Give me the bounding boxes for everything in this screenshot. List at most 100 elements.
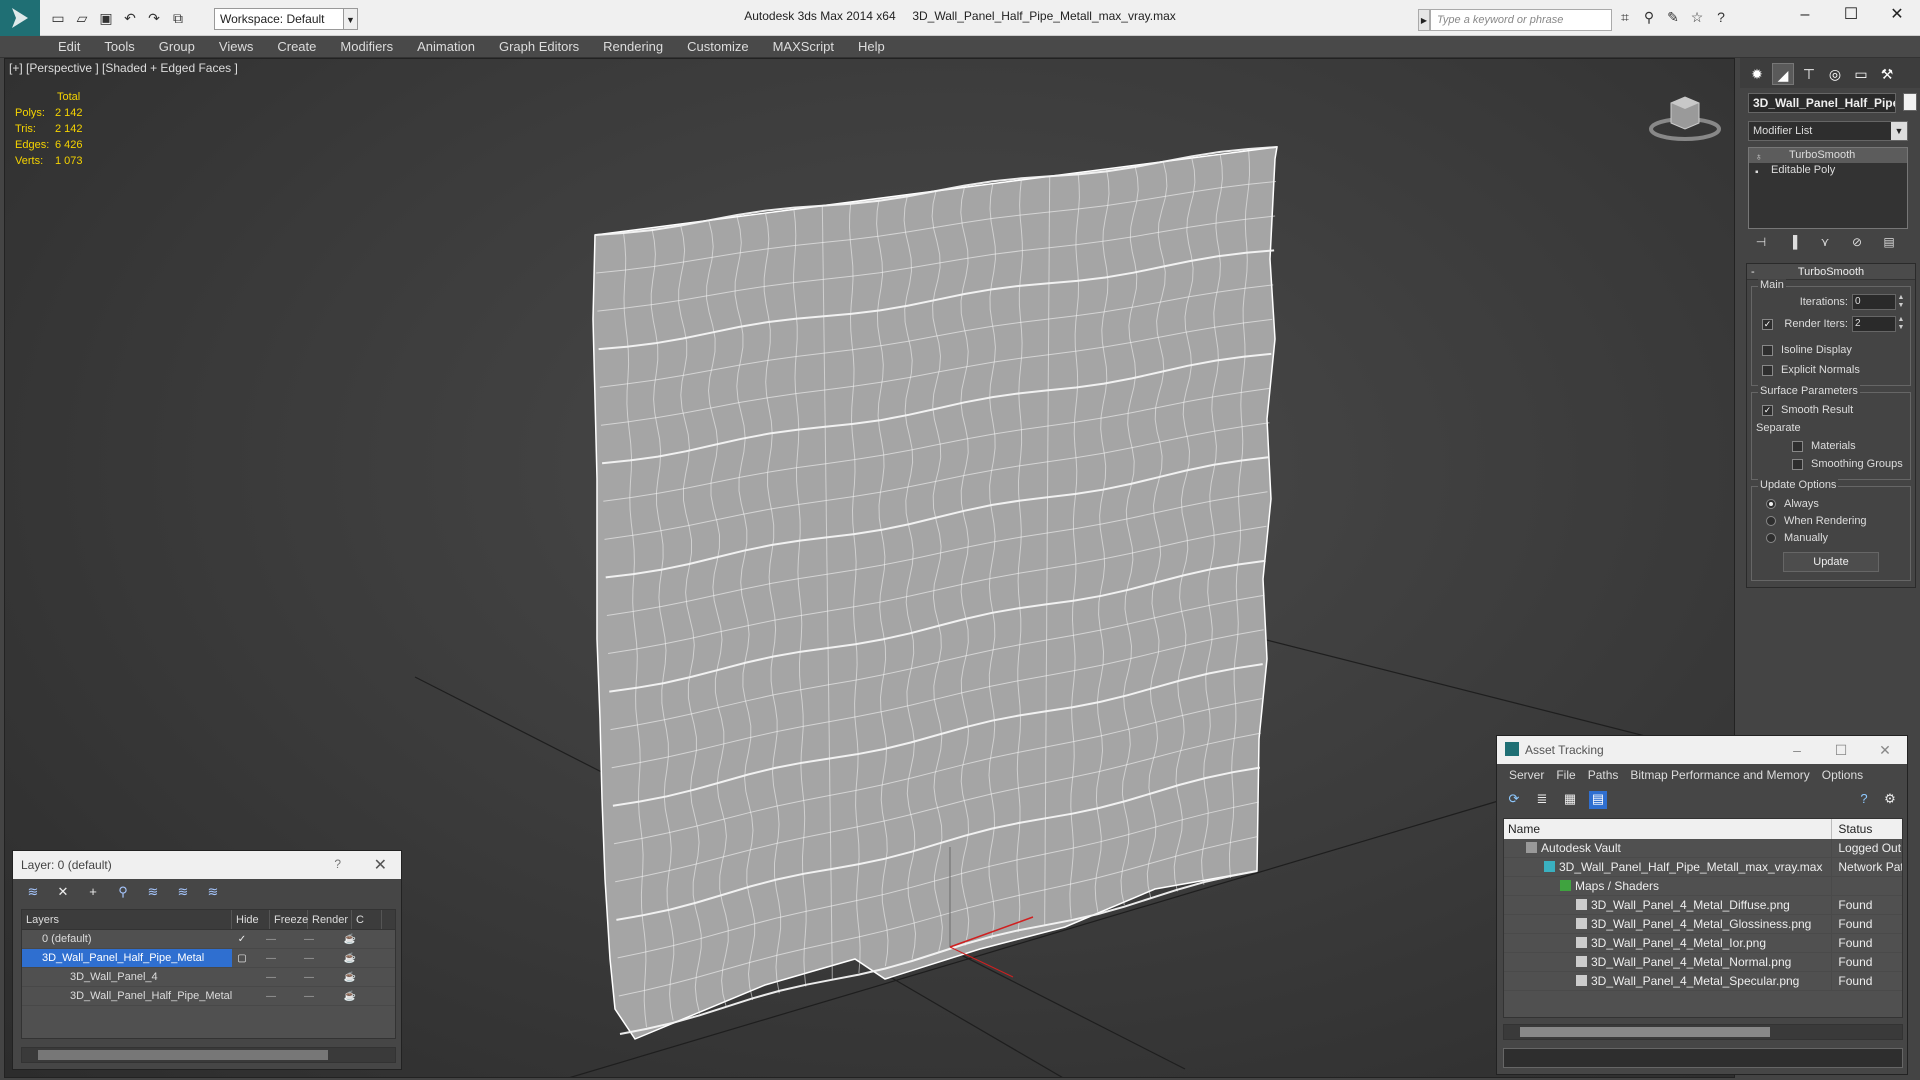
table-view-icon[interactable]: ▤ bbox=[1589, 791, 1607, 809]
render-teapot-icon[interactable]: ☕ bbox=[328, 930, 372, 948]
menu-rendering[interactable]: Rendering bbox=[591, 36, 675, 58]
asset-row[interactable]: 3D_Wall_Panel_4_Metal_Diffuse.png Found bbox=[1504, 896, 1902, 915]
object-name[interactable]: 3D_Wall_Panel_4 bbox=[22, 968, 232, 986]
update-always-option[interactable]: Always bbox=[1756, 495, 1906, 512]
asset-row[interactable]: 3D_Wall_Panel_4_Metal_Normal.png Found bbox=[1504, 953, 1902, 972]
hide-toggle[interactable]: — bbox=[252, 949, 290, 967]
asset-row[interactable]: Maps / Shaders bbox=[1504, 877, 1902, 896]
wall-panel-mesh[interactable] bbox=[592, 146, 1278, 1040]
layer-active-check-icon[interactable]: ✓ bbox=[232, 930, 252, 948]
layer-name[interactable]: 0 (default) bbox=[22, 930, 232, 948]
column-hide[interactable]: Hide bbox=[232, 910, 270, 929]
layer-horizontal-scrollbar[interactable] bbox=[21, 1047, 396, 1063]
render-teapot-icon[interactable]: ☕ bbox=[328, 968, 372, 986]
binoculars-icon[interactable]: ⌗ bbox=[1616, 9, 1634, 29]
utilities-tab-icon[interactable]: ⚒ bbox=[1876, 63, 1898, 85]
close-icon[interactable]: ✕ bbox=[1874, 0, 1920, 32]
subscription-icon[interactable]: ⚲ bbox=[1640, 9, 1658, 29]
smoothing-groups-checkbox[interactable] bbox=[1792, 458, 1803, 470]
asset-row[interactable]: 3D_Wall_Panel_4_Metal_Specular.png Found bbox=[1504, 972, 1902, 991]
materials-option[interactable]: Materials bbox=[1756, 437, 1906, 455]
help-icon[interactable]: ? bbox=[1712, 9, 1730, 29]
app-logo-button[interactable] bbox=[0, 0, 40, 36]
layer-row[interactable]: 3D_Wall_Panel_Half_Pipe_Metal — — ☕ bbox=[22, 987, 395, 1006]
help-icon[interactable]: ? bbox=[334, 857, 341, 871]
menu-maxscript[interactable]: MAXScript bbox=[761, 36, 846, 58]
highlight-layer-icon[interactable]: ≋ bbox=[145, 884, 161, 900]
stack-item-editable-poly[interactable]: ▪ Editable Poly bbox=[1749, 163, 1907, 178]
menu-graph-editors[interactable]: Graph Editors bbox=[487, 36, 591, 58]
expand-plus-icon[interactable]: ▪ bbox=[1755, 165, 1759, 180]
menu-animation[interactable]: Animation bbox=[405, 36, 487, 58]
list-view-icon[interactable]: ≣ bbox=[1533, 791, 1551, 809]
redo-icon[interactable]: ↷ bbox=[144, 8, 164, 28]
object-color-swatch[interactable] bbox=[1903, 93, 1917, 111]
layer-row[interactable]: 3D_Wall_Panel_4 — — ☕ bbox=[22, 968, 395, 987]
modify-tab-icon[interactable]: ◢ bbox=[1772, 63, 1794, 85]
menu-server[interactable]: Server bbox=[1503, 768, 1550, 782]
rollout-title[interactable]: - TurboSmooth bbox=[1747, 264, 1915, 280]
update-button[interactable]: Update bbox=[1783, 552, 1879, 572]
close-icon[interactable]: ✕ bbox=[1863, 736, 1907, 764]
smooth-result-checkbox[interactable]: ✓ bbox=[1762, 404, 1773, 416]
open-file-icon[interactable]: ▱ bbox=[72, 8, 92, 28]
layer-row[interactable]: 0 (default) ✓ — — ☕ bbox=[22, 930, 395, 949]
stack-item-turbosmooth[interactable]: ♁ TurboSmooth bbox=[1749, 148, 1907, 163]
pin-stack-icon[interactable]: ⊣ bbox=[1752, 235, 1770, 253]
isoline-display-option[interactable]: Isoline Display bbox=[1756, 341, 1906, 359]
column-render[interactable]: Render bbox=[308, 910, 352, 929]
menu-paths[interactable]: Paths bbox=[1582, 768, 1625, 782]
explicit-normals-option[interactable]: Explicit Normals bbox=[1756, 361, 1906, 379]
search-input[interactable]: Type a keyword or phrase bbox=[1430, 9, 1612, 31]
modifier-list-dropdown[interactable]: Modifier List ▼ bbox=[1748, 121, 1908, 141]
smoothing-groups-option[interactable]: Smoothing Groups bbox=[1756, 455, 1906, 473]
spinner-arrows-icon[interactable]: ▲ ▼ bbox=[1896, 316, 1906, 332]
asset-path-field[interactable] bbox=[1503, 1048, 1903, 1068]
maximize-icon[interactable]: ☐ bbox=[1819, 736, 1863, 764]
layer-row[interactable]: 3D_Wall_Panel_Half_Pipe_Metal ▢ — — ☕ bbox=[22, 949, 395, 968]
menu-file[interactable]: File bbox=[1550, 768, 1581, 782]
display-tab-icon[interactable]: ▭ bbox=[1850, 63, 1872, 85]
asset-row[interactable]: Autodesk Vault Logged Out bbox=[1504, 839, 1902, 858]
make-unique-icon[interactable]: ⋎ bbox=[1816, 235, 1834, 253]
freeze-toggle[interactable]: — bbox=[290, 930, 328, 948]
scrollbar-thumb[interactable] bbox=[38, 1050, 328, 1060]
create-tab-icon[interactable]: ✹ bbox=[1746, 63, 1768, 85]
help-icon[interactable]: ? bbox=[1855, 791, 1873, 809]
isoline-checkbox[interactable] bbox=[1762, 344, 1773, 356]
select-objects-icon[interactable]: ⚲ bbox=[115, 884, 131, 900]
smooth-result-option[interactable]: ✓ Smooth Result bbox=[1756, 401, 1906, 419]
asset-window-titlebar[interactable]: Asset Tracking – ☐ ✕ bbox=[1497, 736, 1907, 764]
freeze-toggle[interactable]: — bbox=[290, 987, 328, 1005]
menu-options[interactable]: Options bbox=[1816, 768, 1869, 782]
column-color[interactable]: C bbox=[352, 910, 382, 929]
scrollbar-thumb[interactable] bbox=[1520, 1027, 1770, 1037]
layer-active-box-icon[interactable]: ▢ bbox=[232, 949, 252, 967]
column-status[interactable]: Status bbox=[1832, 819, 1902, 839]
menu-group[interactable]: Group bbox=[147, 36, 207, 58]
explicit-normals-checkbox[interactable] bbox=[1762, 364, 1773, 376]
vault-icon[interactable]: ⚙ bbox=[1881, 791, 1899, 809]
freeze-all-layers-icon[interactable]: ≋ bbox=[205, 884, 221, 900]
hide-toggle[interactable]: — bbox=[252, 930, 290, 948]
close-icon[interactable]: ✕ bbox=[374, 855, 387, 875]
minimize-icon[interactable]: – bbox=[1775, 736, 1819, 764]
delete-layer-icon[interactable]: ✕ bbox=[55, 884, 71, 900]
menu-views[interactable]: Views bbox=[207, 36, 265, 58]
column-layers[interactable]: Layers bbox=[22, 910, 232, 929]
render-teapot-icon[interactable]: ☕ bbox=[328, 987, 372, 1005]
thumbnail-view-icon[interactable]: ▦ bbox=[1561, 791, 1579, 809]
spinner-arrows-icon[interactable]: ▲ ▼ bbox=[1896, 294, 1906, 310]
favorites-star-icon[interactable]: ☆ bbox=[1688, 9, 1706, 29]
viewport-label[interactable]: [+] [Perspective ] [Shaded + Edged Faces… bbox=[9, 61, 238, 75]
workspace-dropdown-arrow-icon[interactable]: ▼ bbox=[344, 8, 358, 30]
project-folder-icon[interactable]: ⧉ bbox=[168, 8, 188, 28]
manually-radio[interactable] bbox=[1766, 532, 1776, 543]
motion-tab-icon[interactable]: ◎ bbox=[1824, 63, 1846, 85]
menu-modifiers[interactable]: Modifiers bbox=[328, 36, 405, 58]
column-name[interactable]: Name bbox=[1504, 819, 1833, 839]
hide-toggle[interactable]: — bbox=[252, 968, 290, 986]
asset-row[interactable]: 3D_Wall_Panel_4_Metal_Glossiness.png Fou… bbox=[1504, 915, 1902, 934]
menu-customize[interactable]: Customize bbox=[675, 36, 760, 58]
hide-toggle[interactable]: — bbox=[252, 987, 290, 1005]
